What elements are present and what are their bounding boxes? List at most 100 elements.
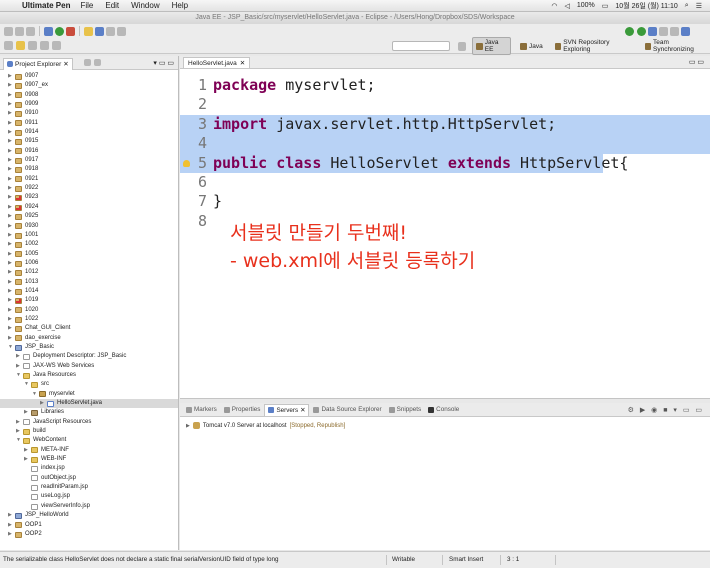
- expand-triangle-icon[interactable]: ▶: [24, 446, 28, 455]
- tree-item[interactable]: ▶ 0921: [0, 175, 178, 184]
- close-icon[interactable]: ✕: [240, 59, 245, 67]
- tree-item[interactable]: readInitParam.jsp: [0, 483, 178, 492]
- save-icon[interactable]: [15, 26, 24, 36]
- tree-item[interactable]: ▶ Chat_GUI_Client: [0, 324, 178, 333]
- battery-percent[interactable]: 100%: [577, 2, 595, 9]
- tab-data-source-explorer[interactable]: Data Source Explorer: [310, 404, 384, 416]
- expand-triangle-icon[interactable]: ▶: [8, 250, 12, 259]
- search-icon[interactable]: ⌕: [685, 2, 689, 10]
- clock[interactable]: 10월 26일 (월) 11:10: [615, 1, 677, 11]
- new-class-icon[interactable]: [95, 26, 104, 36]
- expand-triangle-icon[interactable]: ▶: [8, 296, 12, 305]
- expand-triangle-icon[interactable]: ▶: [8, 324, 12, 333]
- forward-icon[interactable]: [52, 41, 61, 50]
- menu-help[interactable]: Help: [172, 1, 188, 10]
- tree-item[interactable]: ▼ JSP_Basic: [0, 343, 178, 352]
- debug-icon[interactable]: [44, 26, 53, 36]
- expand-triangle-icon[interactable]: ▶: [8, 128, 12, 137]
- notification-center-icon[interactable]: ☰: [696, 2, 702, 10]
- tree-item[interactable]: ▶ Deployment Descriptor: JSP_Basic: [0, 352, 178, 361]
- wifi-icon[interactable]: ◠: [551, 2, 557, 10]
- expand-triangle-icon[interactable]: ▶: [24, 455, 28, 464]
- collapse-triangle-icon[interactable]: ▼: [16, 436, 21, 445]
- close-icon[interactable]: ✕: [300, 407, 305, 414]
- tree-item[interactable]: ▶ 0907: [0, 72, 178, 81]
- expand-triangle-icon[interactable]: ▶: [8, 306, 12, 315]
- expand-triangle-icon[interactable]: ▶: [8, 100, 12, 109]
- expand-triangle-icon[interactable]: ▶: [8, 530, 12, 539]
- collapse-triangle-icon[interactable]: ▼: [32, 390, 37, 399]
- expand-triangle-icon[interactable]: ▶: [8, 278, 12, 287]
- code-line[interactable]: 4: [180, 134, 710, 154]
- expand-triangle-icon[interactable]: ▶: [8, 222, 12, 231]
- tree-item[interactable]: ▶ 0925: [0, 212, 178, 221]
- open-perspective-icon[interactable]: [458, 41, 467, 51]
- expand-triangle-icon[interactable]: ▶: [8, 511, 12, 520]
- link-editor-icon[interactable]: [93, 59, 101, 66]
- expand-triangle-icon[interactable]: ▶: [8, 240, 12, 249]
- tree-item[interactable]: viewServerInfo.jsp: [0, 502, 178, 511]
- tree-item[interactable]: ▼ myservlet: [0, 390, 178, 399]
- code-line[interactable]: 1 package myservlet;: [180, 76, 710, 95]
- tree-item[interactable]: ▶ 1005: [0, 250, 178, 259]
- tree-item[interactable]: index.jsp: [0, 464, 178, 473]
- expand-triangle-icon[interactable]: ▶: [186, 423, 190, 429]
- expand-triangle-icon[interactable]: ▶: [8, 81, 12, 90]
- new-package-icon[interactable]: [84, 26, 93, 36]
- tree-item[interactable]: ▶ OOP2: [0, 530, 178, 539]
- code-line[interactable]: 2: [180, 95, 710, 114]
- expand-triangle-icon[interactable]: ▶: [8, 203, 12, 212]
- tree-item[interactable]: ▶ 1022: [0, 315, 178, 324]
- tree-item[interactable]: ▶ 1001: [0, 231, 178, 240]
- expand-triangle-icon[interactable]: ▶: [8, 212, 12, 221]
- expand-triangle-icon[interactable]: ▶: [16, 418, 20, 427]
- tree-item[interactable]: ▶ 0923: [0, 193, 178, 202]
- browser-icon[interactable]: [681, 26, 690, 36]
- tree-item[interactable]: ▶ 0915: [0, 137, 178, 146]
- tab-servers[interactable]: Servers ✕: [264, 403, 310, 416]
- expand-triangle-icon[interactable]: ▶: [16, 427, 20, 436]
- stop-icon[interactable]: [66, 26, 75, 36]
- save-all-icon[interactable]: [26, 26, 35, 36]
- collapse-triangle-icon[interactable]: ▼: [24, 380, 29, 389]
- menu-file[interactable]: File: [80, 1, 93, 10]
- perspective-team-sync[interactable]: Team Synchronizing: [642, 38, 710, 54]
- menu-edit[interactable]: Edit: [105, 1, 119, 10]
- tab-hello-servlet[interactable]: HelloServlet.java ✕: [183, 57, 251, 68]
- tree-item[interactable]: ▶ 1012: [0, 268, 178, 277]
- tree-item[interactable]: ▶ 1002: [0, 240, 178, 249]
- tree-item[interactable]: ▶ 0930: [0, 222, 178, 231]
- tree-item[interactable]: ▶ 1020: [0, 306, 178, 315]
- tab-properties[interactable]: Properties: [221, 404, 264, 416]
- expand-triangle-icon[interactable]: ▶: [8, 175, 12, 184]
- tree-item[interactable]: ▶ 0922: [0, 184, 178, 193]
- expand-triangle-icon[interactable]: ▶: [8, 521, 12, 530]
- expand-triangle-icon[interactable]: ▶: [8, 137, 12, 146]
- tree-item[interactable]: ▼ Java Resources: [0, 371, 178, 380]
- tree-item[interactable]: ▶ 0909: [0, 100, 178, 109]
- tree-item[interactable]: ▶ 0918: [0, 165, 178, 174]
- tree-item[interactable]: ▶ 0917: [0, 156, 178, 165]
- external-tools-icon[interactable]: [648, 26, 657, 36]
- code-line[interactable]: 5 public class HelloServlet extends HttpS…: [180, 153, 710, 173]
- expand-triangle-icon[interactable]: ▶: [16, 362, 20, 371]
- expand-triangle-icon[interactable]: ▶: [8, 259, 12, 268]
- toggle-mark-icon[interactable]: [659, 26, 668, 36]
- tree-item[interactable]: ▶ 0911: [0, 119, 178, 128]
- tab-project-explorer[interactable]: Project Explorer ✕: [3, 57, 73, 70]
- run-icon[interactable]: [55, 26, 64, 36]
- expand-triangle-icon[interactable]: ▶: [8, 156, 12, 165]
- expand-triangle-icon[interactable]: ▶: [8, 109, 12, 118]
- app-menu[interactable]: Ultimate Pen: [22, 1, 70, 10]
- tree-item[interactable]: ▶ 1013: [0, 278, 178, 287]
- new-icon[interactable]: [4, 26, 13, 36]
- tree-item[interactable]: ▶ 1006: [0, 259, 178, 268]
- search-tool-icon[interactable]: [117, 26, 126, 36]
- tree-item[interactable]: ▶ dao_exercise: [0, 334, 178, 343]
- expand-triangle-icon[interactable]: ▶: [8, 268, 12, 277]
- run-server-icon[interactable]: [625, 26, 634, 36]
- tree-item[interactable]: ▶ build: [0, 427, 178, 436]
- tree-item[interactable]: ▶ 0924: [0, 203, 178, 212]
- code-line[interactable]: 3 import javax.servlet.http.HttpServlet;: [180, 114, 710, 135]
- expand-triangle-icon[interactable]: ▶: [8, 193, 12, 202]
